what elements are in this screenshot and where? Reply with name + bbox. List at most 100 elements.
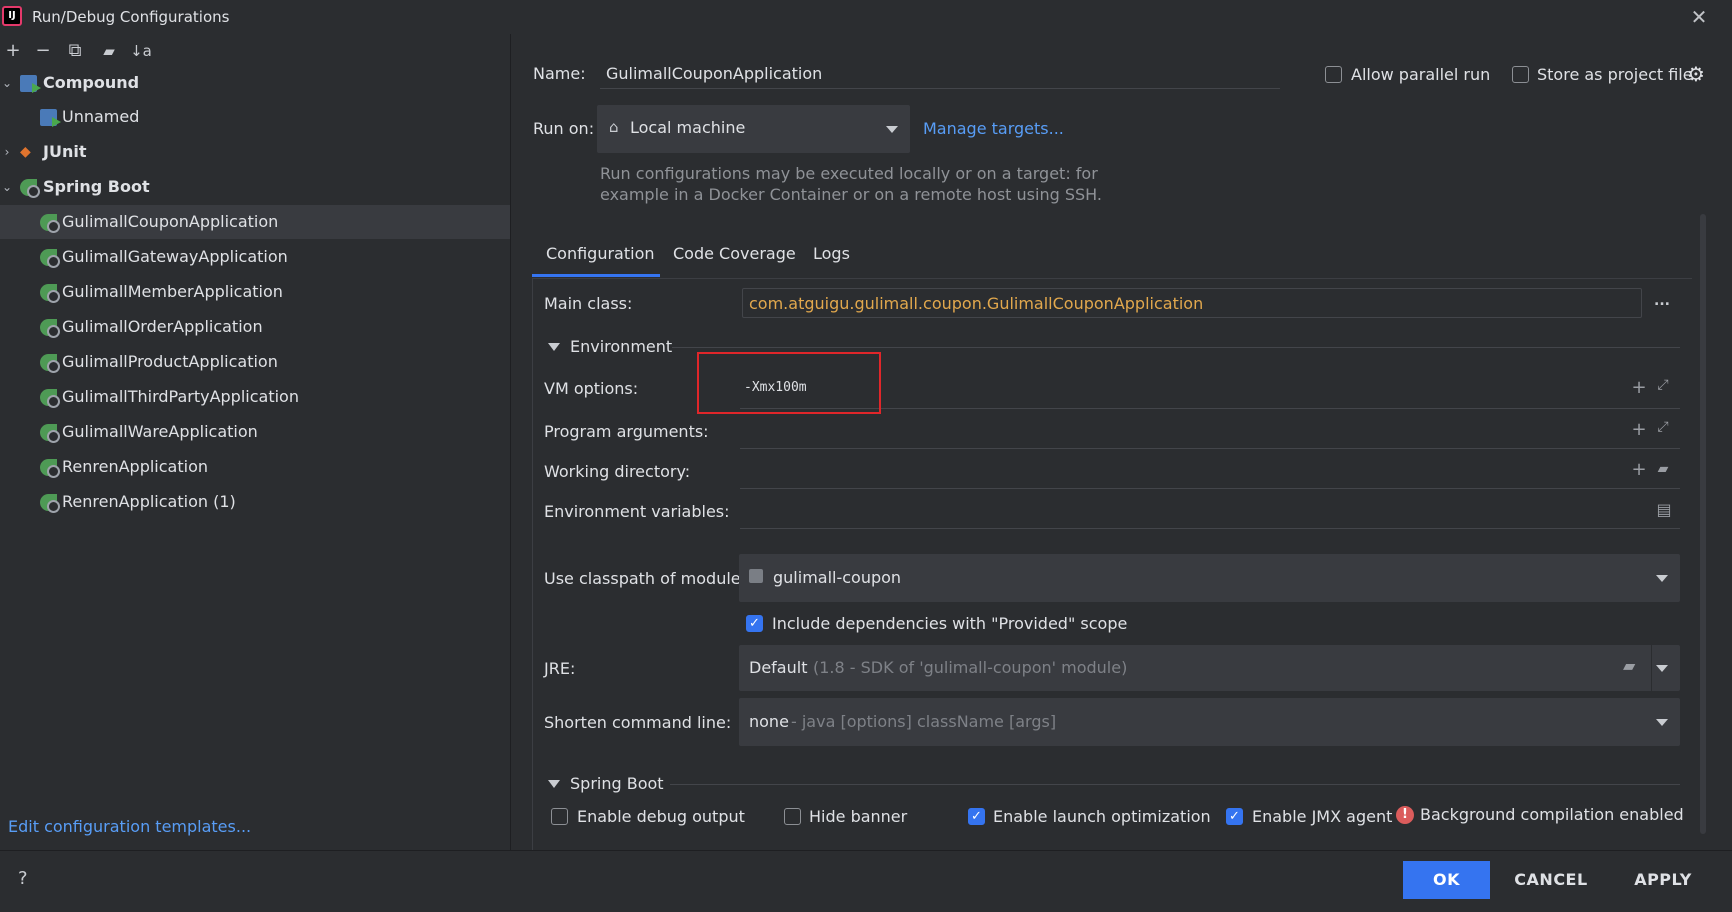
store-project-checkbox[interactable]	[1512, 66, 1529, 83]
jre-dropdown[interactable]: Default (1.8 - SDK of 'gulimall-coupon' …	[739, 645, 1680, 691]
enable-debug-output-checkbox[interactable]	[551, 808, 568, 825]
shorten-command-line-hint: - java [options] className [args]	[791, 712, 1057, 731]
main-class-label: Main class:	[544, 294, 633, 313]
tree-item-gulimall-product[interactable]: GulimallProductApplication	[0, 345, 510, 379]
run-on-dropdown[interactable]: ⌂ Local machine	[597, 105, 910, 153]
store-project-label: Store as project file	[1537, 65, 1693, 84]
working-directory-label: Working directory:	[544, 462, 691, 481]
intellij-logo-icon: IJ	[2, 6, 22, 26]
allow-parallel-checkbox[interactable]	[1325, 66, 1342, 83]
sort-icon[interactable]: ↓a	[128, 38, 154, 64]
include-dependencies-checkbox[interactable]	[746, 615, 763, 632]
program-arguments-label: Program arguments:	[544, 422, 709, 441]
environment-variables-label: Environment variables:	[544, 502, 730, 521]
working-directory-input[interactable]	[740, 488, 1680, 489]
run-on-hint-line-1: Run configurations may be executed local…	[600, 164, 1098, 183]
chevron-down-icon	[886, 126, 898, 133]
panel-splitter[interactable]	[510, 34, 511, 850]
expand-icon[interactable]: ⤢	[1653, 377, 1673, 393]
error-icon: !	[1396, 806, 1414, 824]
gear-icon[interactable]: ⚙	[1687, 62, 1705, 86]
plus-icon[interactable]: +	[1629, 459, 1649, 480]
spring-boot-section-title: Spring Boot	[570, 774, 664, 793]
expand-icon[interactable]: ⤢	[1653, 419, 1673, 435]
spring-boot-icon	[40, 319, 60, 338]
folder-icon[interactable]: ▰	[1623, 656, 1635, 675]
cancel-button[interactable]: CANCEL	[1506, 861, 1596, 899]
new-folder-icon[interactable]: ▰	[96, 38, 122, 64]
name-input[interactable]: GulimallCouponApplication	[606, 64, 822, 83]
tree-item-gulimall-gateway[interactable]: GulimallGatewayApplication	[0, 240, 510, 274]
apply-button[interactable]: APPLY	[1618, 861, 1708, 899]
classpath-module-dropdown[interactable]: gulimall-coupon	[739, 554, 1680, 602]
vm-options-underline	[740, 408, 1680, 409]
tab-configuration[interactable]: Configuration	[546, 244, 655, 263]
chevron-right-icon[interactable]: ›	[0, 135, 14, 169]
enable-jmx-agent-label: Enable JMX agent	[1252, 807, 1393, 826]
vertical-scrollbar[interactable]	[1700, 214, 1706, 834]
chevron-down-icon[interactable]	[1656, 665, 1668, 672]
folder-icon[interactable]: ▰	[1653, 461, 1673, 477]
tab-logs[interactable]: Logs	[813, 244, 850, 263]
main-class-field[interactable]: com.atguigu.gulimall.coupon.GulimallCoup…	[742, 288, 1642, 318]
tree-item-gulimall-third-party[interactable]: GulimallThirdPartyApplication	[0, 380, 510, 414]
plus-icon[interactable]: +	[1629, 419, 1649, 440]
tree-group-spring-boot[interactable]: ⌄ Spring Boot	[0, 170, 510, 204]
classpath-module-label: Use classpath of module:	[544, 569, 747, 588]
copy-icon[interactable]: ⧉	[62, 38, 88, 64]
configuration-tree: ⌄ Compound Unnamed › ◆ JUnit ⌄ Spring Bo…	[0, 66, 510, 850]
add-icon[interactable]: +	[0, 38, 26, 64]
tree-item-gulimall-order[interactable]: GulimallOrderApplication	[0, 310, 510, 344]
program-arguments-input[interactable]	[740, 448, 1680, 449]
spring-boot-icon	[40, 459, 60, 478]
collapse-triangle-icon[interactable]	[548, 343, 560, 351]
tree-item-label: RenrenApplication	[62, 457, 208, 476]
jre-label: JRE:	[544, 659, 576, 678]
run-on-label: Run on:	[533, 119, 595, 138]
tree-item-label: GulimallGatewayApplication	[62, 247, 288, 266]
environment-variables-input[interactable]	[740, 528, 1680, 529]
enable-launch-optimization-label: Enable launch optimization	[993, 807, 1211, 826]
help-button[interactable]: ?	[18, 868, 38, 889]
section-divider	[670, 784, 1680, 785]
tree-item-gulimall-coupon[interactable]: GulimallCouponApplication	[0, 205, 510, 239]
chevron-down-icon	[1656, 719, 1668, 726]
shorten-command-line-value: none	[749, 712, 789, 731]
tree-item-renren[interactable]: RenrenApplication	[0, 450, 510, 484]
spring-boot-icon	[40, 424, 60, 443]
plus-icon[interactable]: +	[1629, 377, 1649, 398]
document-icon[interactable]: ▤	[1654, 500, 1674, 519]
tree-item-label: GulimallOrderApplication	[62, 317, 263, 336]
environment-section-title: Environment	[570, 337, 673, 356]
edit-templates-link[interactable]: Edit configuration templates...	[8, 817, 251, 836]
tree-item-gulimall-member[interactable]: GulimallMemberApplication	[0, 275, 510, 309]
run-on-value: Local machine	[630, 118, 746, 137]
main-class-value: com.atguigu.gulimall.coupon.GulimallCoup…	[749, 294, 1204, 313]
collapse-triangle-icon[interactable]	[548, 780, 560, 788]
tree-item-label: GulimallWareApplication	[62, 422, 258, 441]
close-icon[interactable]: ✕	[1684, 4, 1714, 30]
tree-item-unnamed[interactable]: Unnamed	[0, 100, 510, 134]
tree-group-junit[interactable]: › ◆ JUnit	[0, 135, 510, 169]
enable-jmx-agent-checkbox[interactable]	[1226, 808, 1243, 825]
name-label: Name:	[533, 64, 586, 83]
remove-icon[interactable]: −	[30, 38, 56, 64]
chevron-down-icon[interactable]: ⌄	[0, 170, 14, 204]
tree-item-label: GulimallCouponApplication	[62, 212, 279, 231]
enable-launch-optimization-checkbox[interactable]	[968, 808, 985, 825]
tab-code-coverage[interactable]: Code Coverage	[673, 244, 796, 263]
shorten-command-line-dropdown[interactable]: none - java [options] className [args]	[739, 698, 1680, 746]
title-bar	[0, 0, 1732, 34]
tree-item-label: GulimallMemberApplication	[62, 282, 283, 301]
spring-boot-icon	[40, 214, 60, 233]
ok-button[interactable]: OK	[1403, 861, 1490, 899]
manage-targets-link[interactable]: Manage targets...	[923, 119, 1064, 138]
tree-item-renren-1[interactable]: RenrenApplication (1)	[0, 485, 510, 519]
jre-value: Default	[749, 658, 808, 677]
tree-group-compound[interactable]: ⌄ Compound	[0, 66, 510, 100]
hide-banner-checkbox[interactable]	[784, 808, 801, 825]
browse-main-class-button[interactable]: ...	[1654, 293, 1670, 309]
tree-item-gulimall-ware[interactable]: GulimallWareApplication	[0, 415, 510, 449]
chevron-down-icon[interactable]: ⌄	[0, 66, 14, 100]
junit-icon: ◆	[20, 144, 31, 160]
